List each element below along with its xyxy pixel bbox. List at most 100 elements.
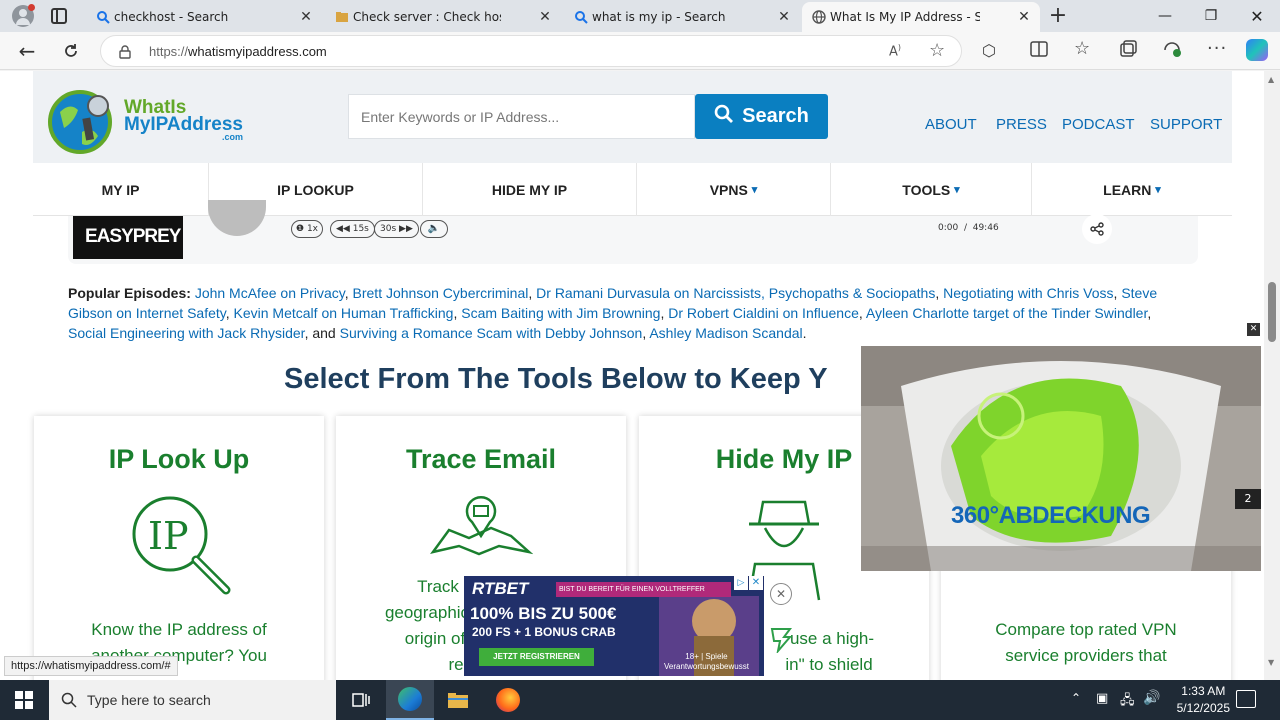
tools-heading: Select From The Tools Below to Keep Y xyxy=(284,363,828,395)
svg-text:IP: IP xyxy=(148,514,189,558)
nav-hide-my-ip[interactable]: HIDE MY IP xyxy=(423,163,637,216)
address-bar[interactable]: https://whatismyipaddress.com A) ☆ xyxy=(100,35,962,67)
ad-network-icon[interactable] xyxy=(770,627,793,657)
close-window-button[interactable]: ✕ xyxy=(1234,0,1280,32)
episode-link[interactable]: Scam Baiting with Jim Browning xyxy=(461,305,660,321)
episode-link[interactable]: Ashley Madison Scandal xyxy=(649,325,802,341)
site-logo-text[interactable]: WhatIs MyIPAddress .com xyxy=(124,98,243,142)
windows-start-icon[interactable] xyxy=(0,680,48,720)
scrollbar-thumb[interactable] xyxy=(1268,282,1276,342)
folder-icon xyxy=(335,10,349,24)
close-icon[interactable]: ✕ xyxy=(776,9,792,25)
video-ad-counter: 2 xyxy=(1235,489,1261,509)
card-title: IP Look Up xyxy=(108,444,250,474)
search-icon xyxy=(61,692,77,711)
episode-link[interactable]: John McAfee on Privacy xyxy=(195,285,345,301)
tab-actions-icon[interactable] xyxy=(51,8,67,24)
task-view-icon[interactable] xyxy=(337,680,385,720)
read-aloud-icon[interactable]: A) xyxy=(889,43,901,59)
nav-vpns[interactable]: VPNS ▾ xyxy=(637,163,831,216)
restore-button[interactable]: ❐ xyxy=(1188,0,1234,32)
page-scrollbar[interactable]: ▲ ▼ xyxy=(1264,71,1280,680)
nav-tools[interactable]: TOOLS ▾ xyxy=(831,163,1032,216)
volume-icon[interactable]: 🔈 xyxy=(420,220,448,238)
extensions-icon[interactable]: ⬡ xyxy=(982,41,996,60)
ad-dismiss-icon[interactable]: ✕ xyxy=(770,583,792,605)
firefox-icon[interactable] xyxy=(484,680,532,720)
page-viewport: WhatIs MyIPAddress .com Enter Keywords o… xyxy=(0,71,1280,680)
podcast-link[interactable]: PODCAST xyxy=(1062,116,1135,133)
video-ad[interactable]: 360°ABDECKUNG 2 xyxy=(861,346,1261,571)
tab-what-is-my-ip-search[interactable]: what is my ip - Search ✕ xyxy=(564,2,800,32)
refresh-button[interactable] xyxy=(56,36,86,66)
ad-close-icon[interactable]: ✕ xyxy=(749,576,763,590)
lock-icon[interactable] xyxy=(119,44,131,63)
meet-now-icon[interactable]: ▣ xyxy=(1096,691,1108,706)
favorite-star-icon[interactable]: ☆ xyxy=(929,40,945,61)
search-icon xyxy=(714,104,734,130)
close-icon[interactable]: ✕ xyxy=(537,9,553,25)
episode-link[interactable]: Surviving a Romance Scam with Debby John… xyxy=(340,325,643,341)
edge-taskbar-icon[interactable] xyxy=(386,680,434,720)
speed-button[interactable]: ❶ 1x xyxy=(291,220,323,238)
card-desc: Know the IP address of xyxy=(91,620,267,639)
ad-tagline: BIST DU BEREIT FÜR EINEN VOLLTREFFER xyxy=(556,582,731,597)
taskbar-search-box[interactable]: Type here to search xyxy=(49,680,336,720)
video-ad-caption: 360°ABDECKUNG xyxy=(951,502,1151,529)
episode-link[interactable]: Social Engineering with Jack Rhysider xyxy=(68,325,305,341)
tab-checkhost-search[interactable]: checkhost - Search ✕ xyxy=(86,2,322,32)
more-options-icon[interactable]: ··· xyxy=(1207,38,1227,59)
site-search-button[interactable]: Search xyxy=(695,94,828,139)
file-explorer-icon[interactable] xyxy=(434,680,482,720)
time-display: 0:00 / 49:46 xyxy=(938,223,999,233)
taskbar-search-placeholder: Type here to search xyxy=(87,692,211,708)
about-link[interactable]: ABOUT xyxy=(925,116,977,133)
ad-register-button[interactable]: JETZT REGISTRIEREN xyxy=(479,648,594,666)
tab-title: what is my ip - Search xyxy=(592,10,726,24)
support-link[interactable]: SUPPORT xyxy=(1150,116,1222,133)
casino-banner-ad[interactable]: RTBET BIST DU BEREIT FÜR EINEN VOLLTREFF… xyxy=(464,576,764,676)
share-icon[interactable] xyxy=(1082,214,1112,244)
performance-icon[interactable] xyxy=(1162,40,1182,62)
site-search-input[interactable]: Enter Keywords or IP Address... xyxy=(348,94,695,139)
site-header: WhatIs MyIPAddress .com Enter Keywords o… xyxy=(33,71,1232,163)
video-ad-close-icon[interactable]: ✕ xyxy=(1247,323,1260,336)
card-ip-lookup[interactable]: IP Look Up IP Know the IP address of ano… xyxy=(34,416,324,680)
notifications-icon[interactable] xyxy=(1236,690,1256,708)
split-screen-icon[interactable] xyxy=(1030,41,1048,61)
episode-link[interactable]: Kevin Metcalf on Human Trafficking xyxy=(234,305,454,321)
back-button[interactable]: ← xyxy=(12,36,42,66)
chevron-up-icon[interactable]: ⌃ xyxy=(1071,691,1081,705)
ad-offer-1: 100% BIS ZU 500€ xyxy=(470,604,617,623)
collections-icon[interactable] xyxy=(1119,40,1137,62)
nav-my-ip[interactable]: MY IP xyxy=(33,163,209,216)
rewind-button[interactable]: ◀◀ 15s xyxy=(330,220,375,238)
tab-title: Check server : Check host - online xyxy=(353,10,501,24)
tab-check-server[interactable]: Check server : Check host - online ✕ xyxy=(325,2,561,32)
close-icon[interactable]: ✕ xyxy=(1016,9,1032,25)
volume-icon[interactable]: 🔊 xyxy=(1143,690,1160,706)
episode-link[interactable]: Dr Ramani Durvasula on Narcissists, Psyc… xyxy=(536,285,935,301)
episode-link[interactable]: Ayleen Charlotte target of the Tinder Sw… xyxy=(866,305,1147,321)
nav-learn[interactable]: LEARN ▾ xyxy=(1032,163,1232,216)
network-icon[interactable]: 🖧 xyxy=(1120,691,1135,713)
taskbar-clock[interactable]: 1:33 AM 5/12/2025 xyxy=(1177,683,1230,717)
new-tab-button[interactable]: + xyxy=(1047,5,1069,28)
episode-link[interactable]: Negotiating with Chris Voss xyxy=(943,285,1113,301)
forward-button[interactable]: 30s ▶▶ xyxy=(374,220,419,238)
favorites-icon[interactable]: ☆ xyxy=(1074,38,1090,59)
ad-choices-icon[interactable]: ▷ xyxy=(734,576,748,590)
profile-avatar-icon[interactable] xyxy=(12,4,35,27)
episode-link[interactable]: Dr Robert Cialdini on Influence xyxy=(668,305,859,321)
tab-title: What Is My IP Address - See Your xyxy=(830,10,980,24)
map-pin-email-icon xyxy=(429,494,534,562)
ad-legal: 18+ | Spiele Verantwortungsbewusst xyxy=(664,652,749,671)
close-icon[interactable]: ✕ xyxy=(298,9,314,25)
site-logo[interactable] xyxy=(48,88,116,156)
press-link[interactable]: PRESS xyxy=(996,116,1047,133)
minimize-button[interactable]: — xyxy=(1142,0,1188,32)
tab-whatismyipaddress[interactable]: What Is My IP Address - See Your ✕ xyxy=(802,2,1040,32)
copilot-icon[interactable] xyxy=(1246,39,1268,61)
episode-link[interactable]: Brett Johnson Cybercriminal xyxy=(353,285,529,301)
play-button[interactable] xyxy=(208,200,266,236)
